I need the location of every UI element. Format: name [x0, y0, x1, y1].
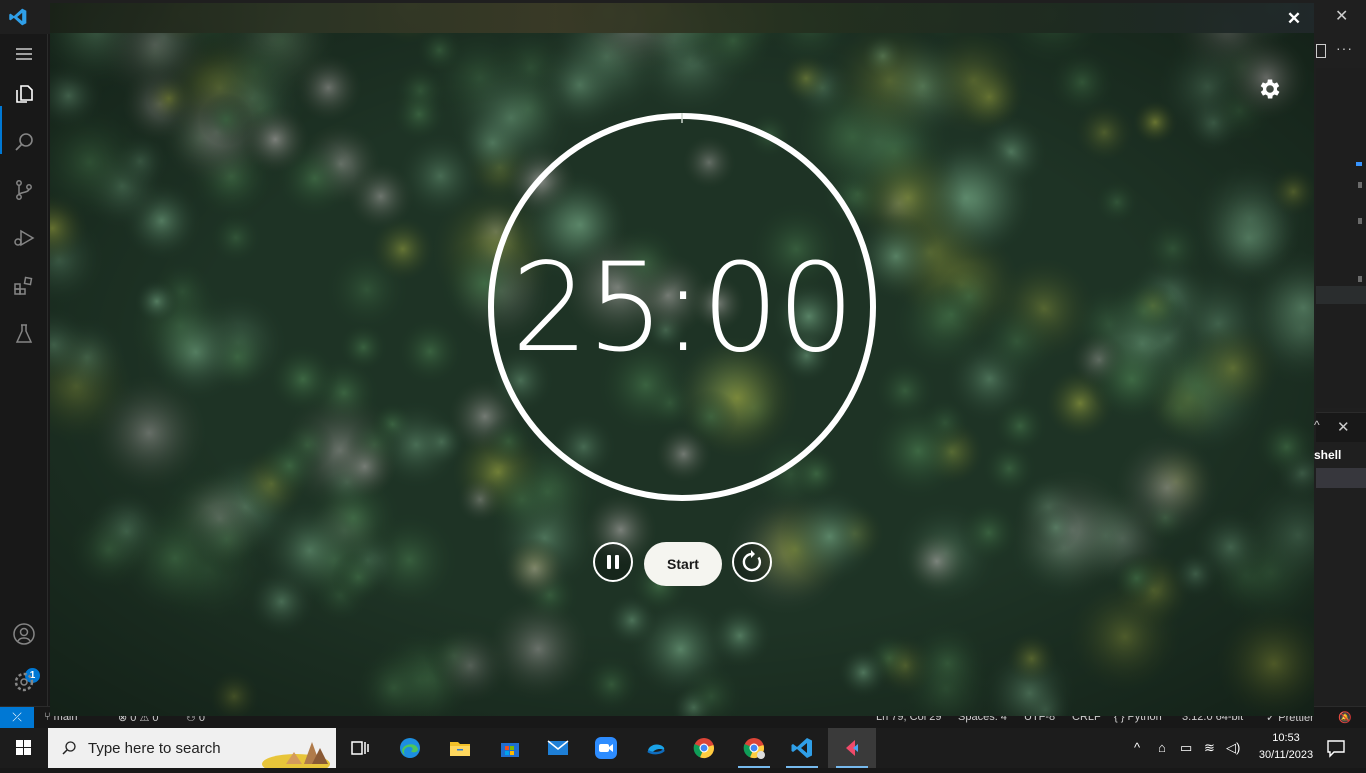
microsoft-store-app[interactable] [486, 728, 534, 768]
minimap-marker [1358, 182, 1362, 188]
system-tray: ^ ⌂ ▭ ≋ ◁) 10:53 30/11/2023 [1116, 728, 1366, 768]
timer-display: 25:00 [511, 237, 855, 379]
extensions-icon[interactable] [12, 274, 36, 298]
mail-icon [547, 740, 569, 755]
settings-gear-icon[interactable] [1257, 76, 1283, 102]
windows-start-button[interactable] [0, 728, 48, 768]
more-actions-icon[interactable]: ··· [1336, 40, 1353, 56]
menu-icon[interactable] [12, 42, 36, 66]
terminal-tab-label[interactable]: shell [1314, 448, 1341, 462]
task-view-icon [351, 741, 369, 755]
file-explorer-app[interactable] [436, 728, 484, 768]
windows-taskbar: Type here to search ^ ⌂ ▭ ≋ ◁) 10:53 30/… [0, 728, 1366, 768]
vscode-icon [791, 738, 812, 758]
reset-button[interactable] [732, 542, 772, 582]
chrome-profile-app[interactable] [730, 728, 778, 768]
search-icon[interactable] [12, 130, 36, 154]
vscode-app[interactable] [778, 728, 826, 768]
overlay-titlebar [50, 3, 1314, 33]
split-editor-icon[interactable] [1316, 44, 1326, 58]
clock-time[interactable]: 10:53 [1256, 732, 1316, 744]
minimap-marker [1358, 276, 1362, 282]
edge-icon [400, 738, 420, 758]
minimap-marker [1358, 218, 1362, 224]
cloud-app-icon [647, 744, 665, 755]
tray-overflow-chevron-icon[interactable]: ^ [1134, 740, 1140, 755]
folder-icon [450, 742, 470, 756]
search-placeholder: Type here to search [88, 740, 221, 757]
chevron-up-icon[interactable]: ^ [1314, 418, 1320, 432]
chrome-profile-icon [743, 738, 765, 759]
volume-icon[interactable]: ◁) [1226, 740, 1240, 756]
start-button[interactable]: Start [644, 542, 722, 586]
edge-app[interactable] [386, 728, 434, 768]
run-debug-icon[interactable] [12, 226, 36, 250]
wifi-icon[interactable]: ≋ [1204, 740, 1215, 756]
cloud-app[interactable] [632, 728, 680, 768]
overlay-close-button[interactable]: ✕ [1284, 9, 1304, 29]
pause-icon [607, 555, 619, 569]
window-close-icon[interactable]: ✕ [1335, 6, 1348, 26]
account-icon[interactable] [12, 622, 36, 646]
testing-icon[interactable] [12, 322, 36, 346]
meet-now-icon[interactable]: ⌂ [1158, 740, 1166, 755]
explorer-icon[interactable] [12, 82, 36, 106]
windows-logo-icon [16, 740, 31, 755]
task-view-button[interactable] [336, 728, 384, 768]
search-icon [62, 741, 76, 755]
settings-gear-icon[interactable] [12, 670, 36, 694]
pomodoro-overlay-window: ✕ 25:00 Start [50, 3, 1314, 716]
pomodoro-app-icon [846, 740, 858, 756]
minimap-marker [1356, 162, 1362, 166]
pause-button[interactable] [593, 542, 633, 582]
source-control-icon[interactable] [12, 178, 36, 202]
terminal-tab-selected[interactable] [1316, 468, 1366, 488]
battery-icon[interactable]: ▭ [1180, 740, 1192, 756]
zoom-icon [595, 737, 617, 759]
minimap[interactable] [1316, 68, 1366, 408]
notifications-icon[interactable] [1326, 738, 1346, 758]
active-indicator [0, 106, 2, 154]
taskbar-search-box[interactable]: Type here to search [48, 728, 336, 768]
minimap-highlight [1316, 286, 1366, 304]
pomodoro-app[interactable] [828, 728, 876, 768]
reset-icon [742, 550, 762, 572]
mail-app[interactable] [534, 728, 582, 768]
notifications-bell-icon[interactable]: 🔕 [1338, 711, 1352, 724]
store-icon [501, 743, 519, 757]
zoom-app[interactable] [582, 728, 630, 768]
vscode-logo-icon[interactable] [8, 7, 28, 27]
chrome-app[interactable] [680, 728, 728, 768]
remote-indicator-icon[interactable]: ⤫ [0, 707, 34, 729]
activity-bar: 1 [0, 34, 48, 706]
chrome-icon [693, 738, 715, 759]
clock-date[interactable]: 30/11/2023 [1254, 749, 1318, 761]
panel-close-icon[interactable]: ✕ [1337, 418, 1350, 436]
search-highlight-illustration [262, 742, 330, 768]
